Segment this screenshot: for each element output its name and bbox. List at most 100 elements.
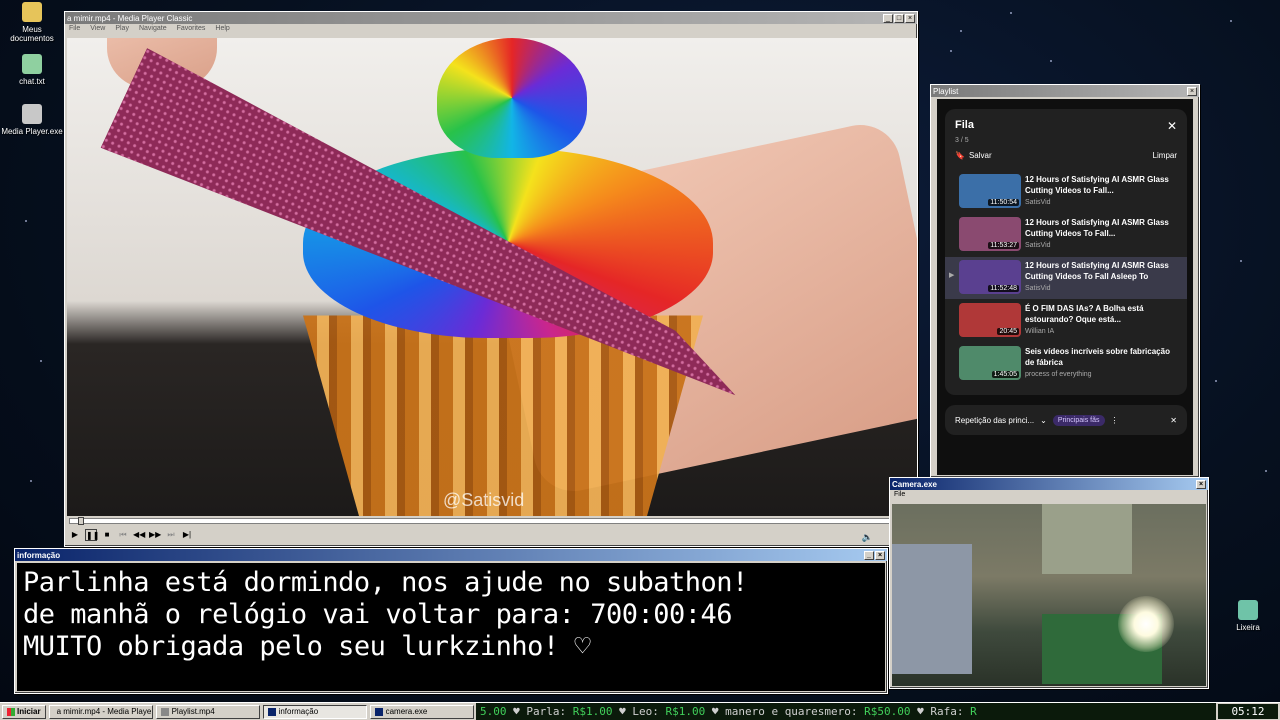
ticker-segment: R$1.00 xyxy=(665,705,706,718)
info-text-area: Parlinha está dormindo, nos ajude no sub… xyxy=(17,563,885,691)
ticker-segment: ♥ Parla: xyxy=(513,705,573,718)
close-button[interactable]: × xyxy=(1196,479,1206,489)
fast-forward-icon[interactable]: ▶▶ xyxy=(149,529,161,541)
lamp-glow-image xyxy=(1118,596,1174,652)
minimize-button[interactable]: _ xyxy=(864,550,874,560)
taskbar-item-media-player[interactable]: a mimir.mp4 - Media Playe... xyxy=(48,704,153,719)
media-player-titlebar[interactable]: a mimir.mp4 - Media Player Classic _ □ × xyxy=(65,12,917,24)
maximize-button[interactable]: □ xyxy=(894,13,904,23)
star xyxy=(40,360,42,362)
window-title: Playlist xyxy=(933,86,959,96)
camera-window[interactable]: Camera.exe × File xyxy=(889,477,1209,689)
close-button[interactable]: × xyxy=(905,13,915,23)
queue-card: Fila 3 / 5 ✕ 🔖 Salvar Limpar 11:50:54 12… xyxy=(945,109,1187,395)
top-fans-badge[interactable]: Principais fãs xyxy=(1052,414,1105,426)
menu-favorites[interactable]: Favorites xyxy=(177,25,206,35)
loop-label[interactable]: Repetição das princi... xyxy=(955,416,1034,425)
channel-name: process of everything xyxy=(1025,371,1092,378)
video-title: É O FIM DAS IAs? A Bolha está estourando… xyxy=(1025,304,1144,324)
minimize-button[interactable]: _ xyxy=(883,13,893,23)
video-title: 12 Hours of Satisfying AI ASMR Glass Cut… xyxy=(1025,218,1169,238)
volume-icon[interactable]: 🔈 xyxy=(862,532,873,543)
video-thumbnail: 11:52:48 xyxy=(959,260,1021,294)
taskbar-item-info[interactable]: informação xyxy=(262,704,367,719)
windows-logo-icon xyxy=(7,707,15,716)
frame-step-icon[interactable]: ▶| xyxy=(181,529,193,541)
pause-icon[interactable]: ❚❚ xyxy=(85,529,99,541)
stop-icon[interactable]: ■ xyxy=(101,529,113,541)
media-player-icon xyxy=(22,104,42,124)
bookmark-icon: 🔖 xyxy=(955,151,965,160)
menu-file[interactable]: File xyxy=(894,491,905,501)
queue-item-current[interactable]: ▶ 11:52:48 12 Hours of Satisfying AI ASM… xyxy=(945,257,1187,299)
ticker-segment: 5.00 xyxy=(480,705,514,718)
start-button[interactable]: Iniciar xyxy=(2,704,46,719)
playlist-titlebar[interactable]: Playlist × xyxy=(931,85,1199,97)
video-watermark: @Satisvid xyxy=(443,490,525,510)
rewind-icon[interactable]: ◀◀ xyxy=(133,529,145,541)
star xyxy=(1230,20,1232,22)
star xyxy=(1010,12,1012,14)
save-label: Salvar xyxy=(968,151,992,160)
clear-button[interactable]: Limpar xyxy=(1153,151,1177,160)
system-clock: 05:12 xyxy=(1218,704,1278,719)
info-titlebar[interactable]: informação _ × xyxy=(15,549,887,561)
queue-item[interactable]: 20:45 É O FIM DAS IAs? A Bolha está esto… xyxy=(945,300,1187,342)
desktop-icon-label: chat.txt xyxy=(19,77,45,86)
menu-navigate[interactable]: Navigate xyxy=(139,25,167,35)
video-title: 12 Hours of Satisfying AI ASMR Glass Cut… xyxy=(1025,261,1169,281)
ticker-segment: ♥ Rafa: xyxy=(910,705,971,718)
ticker-segment: ♥ manero e quaresmero: xyxy=(705,705,865,718)
menu-view[interactable]: View xyxy=(90,25,105,35)
queue-item[interactable]: 11:50:54 12 Hours of Satisfying AI ASMR … xyxy=(945,171,1187,213)
next-icon[interactable]: ⏭ xyxy=(165,529,177,541)
star xyxy=(950,50,952,52)
donation-ticker: 5.00 ♥ Parla: R$1.00 ♥ Leo: R$1.00 ♥ man… xyxy=(476,703,1216,720)
playlist-window[interactable]: Playlist × Fila 3 / 5 ✕ 🔖 Salvar Limpar … xyxy=(930,84,1200,478)
menu-file[interactable]: File xyxy=(69,25,80,35)
channel-name: Willian IA xyxy=(1025,328,1055,335)
info-line: de manhã o relógio vai voltar para: 700:… xyxy=(23,599,733,630)
video-frame[interactable]: @Satisvid xyxy=(67,38,917,516)
close-button[interactable]: × xyxy=(875,550,885,560)
desktop-icon-media-player[interactable]: Media Player.exe xyxy=(0,104,64,136)
video-thumbnail: 11:53:27 xyxy=(959,217,1021,251)
video-duration: 1:45:05 xyxy=(991,371,1019,378)
seek-bar[interactable] xyxy=(69,517,915,525)
queue-item[interactable]: 1:45:05 Seis vídeos incríveis sobre fabr… xyxy=(945,343,1187,385)
video-thumbnail: 20:45 xyxy=(959,303,1021,337)
camera-menubar: File xyxy=(890,490,1208,502)
desktop-icon-chat-txt[interactable]: chat.txt xyxy=(0,54,64,86)
info-window[interactable]: informação _ × Parlinha está dormindo, n… xyxy=(14,548,888,694)
close-button[interactable]: × xyxy=(1187,86,1197,96)
video-title: 12 Hours of Satisfying AI ASMR Glass Cut… xyxy=(1025,175,1169,195)
star xyxy=(1240,260,1242,262)
taskbar-item-playlist[interactable]: Playlist.mp4 xyxy=(155,704,260,719)
taskbar-item-camera[interactable]: camera.exe xyxy=(369,704,474,719)
window-icon xyxy=(267,707,276,716)
desktop-icon-recycle-bin[interactable]: Lixeira xyxy=(1216,600,1280,632)
channel-name: SatisVid xyxy=(1025,199,1051,206)
seek-thumb[interactable] xyxy=(78,517,85,525)
camera-feed xyxy=(892,504,1206,686)
close-icon[interactable]: ✕ xyxy=(1167,119,1177,133)
close-icon[interactable]: ✕ xyxy=(1170,416,1177,425)
play-icon[interactable]: ▶ xyxy=(69,529,81,541)
menu-play[interactable]: Play xyxy=(115,25,129,35)
queue-heading: Fila xyxy=(955,119,974,131)
previous-icon[interactable]: ⏮ xyxy=(117,529,129,541)
star xyxy=(30,480,32,482)
window-image xyxy=(1042,504,1132,574)
star xyxy=(1215,380,1217,382)
desktop-icon-my-documents[interactable]: Meus documentos xyxy=(0,2,64,43)
chevron-down-icon[interactable]: ⌄ xyxy=(1040,416,1047,425)
more-options-icon[interactable]: ⋮ xyxy=(1111,416,1119,425)
camera-titlebar[interactable]: Camera.exe × xyxy=(890,478,1208,490)
menu-help[interactable]: Help xyxy=(215,25,229,35)
queue-item[interactable]: 11:53:27 12 Hours of Satisfying AI ASMR … xyxy=(945,214,1187,256)
folder-icon xyxy=(22,2,42,22)
media-player-window[interactable]: a mimir.mp4 - Media Player Classic _ □ ×… xyxy=(64,11,918,547)
save-button[interactable]: 🔖 Salvar xyxy=(955,151,992,160)
info-line: MUITO obrigada pelo seu lurkzinho! ♡ xyxy=(23,631,591,662)
star xyxy=(1265,470,1267,472)
